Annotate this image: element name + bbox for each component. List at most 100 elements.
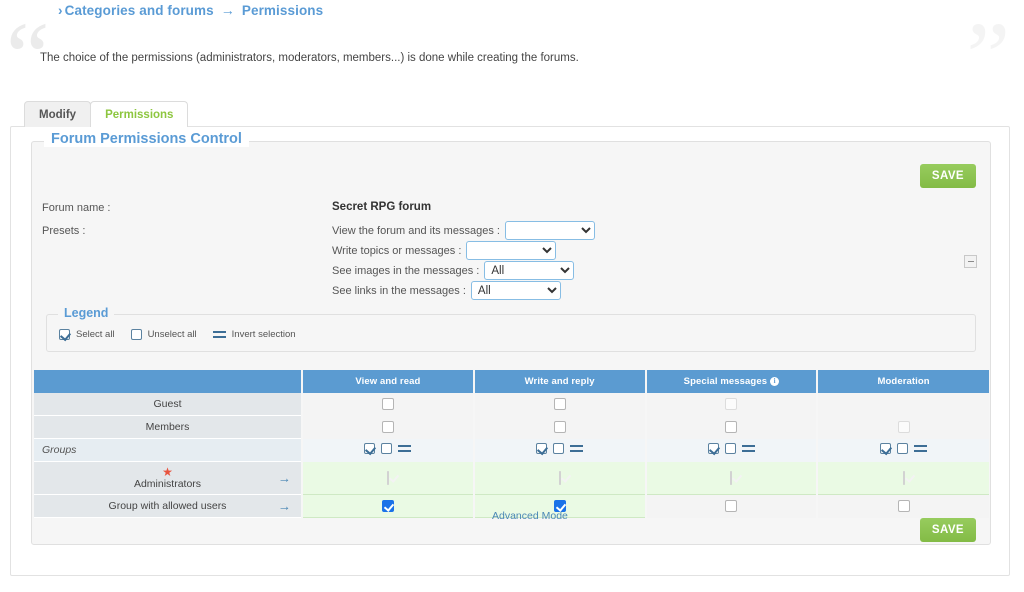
cell-guest-moderation [817, 393, 989, 416]
column-header-special-messages-text: Special messages [683, 376, 768, 387]
quote-close-icon: ” [966, 3, 1011, 111]
column-header-moderation: Moderation [817, 370, 989, 393]
breadcrumb-chevron-icon: › [58, 3, 63, 18]
column-header-write-and-reply: Write and reply [473, 370, 647, 393]
invert-selection-icon-moderation[interactable] [914, 443, 928, 454]
table-row-administrators: ★ Administrators → [34, 461, 989, 495]
invert-selection-icon-write[interactable] [570, 443, 584, 454]
checkbox-members-write[interactable] [553, 421, 566, 434]
select-all-icon-moderation[interactable] [880, 443, 892, 454]
advanced-mode-link[interactable]: Advanced Mode [492, 510, 568, 522]
tools-moderation [880, 443, 928, 454]
preset-select-write[interactable] [466, 241, 557, 260]
cell-members-moderation [817, 415, 989, 439]
table-row-groups-tools: Groups [34, 438, 989, 462]
checkbox-guest-special [725, 398, 738, 411]
column-header-view-and-read: View and read [302, 370, 475, 393]
tools-write [536, 443, 584, 454]
table-row-guest: Guest [34, 393, 989, 416]
permissions-table: View and read Write and reply Special me… [34, 370, 989, 518]
breadcrumb-current: Permissions [241, 3, 324, 18]
table-row-members: Members [34, 415, 989, 439]
cell-administrators-write [473, 461, 647, 495]
row-label-members: Members [34, 415, 303, 439]
checkbox-guest-view[interactable] [381, 398, 394, 411]
legend-box: Legend Select all Unselect all Invert se… [46, 306, 976, 352]
unselect-all-icon-moderation[interactable] [897, 443, 909, 454]
cell-allowed-moderation [817, 494, 989, 518]
invert-selection-icon-special[interactable] [741, 443, 755, 454]
checkbox-administrators-special [730, 470, 733, 485]
preset-row-write: Write topics or messages : [332, 241, 557, 260]
presets-label: Presets : [42, 225, 86, 237]
checkbox-guest-write[interactable] [553, 398, 566, 411]
tools-view [364, 443, 412, 454]
tab-bar: Modify Permissions [24, 101, 189, 127]
unselect-all-icon-view[interactable] [381, 443, 393, 454]
checkbox-allowed-moderation[interactable] [897, 500, 910, 513]
checkbox-administrators-view [386, 470, 389, 485]
checkbox-members-moderation [897, 421, 910, 434]
info-quote-text: The choice of the permissions (administr… [40, 52, 579, 64]
select-all-icon-write[interactable] [536, 443, 548, 454]
select-all-icon-view[interactable] [364, 443, 376, 454]
table-header-row: View and read Write and reply Special me… [34, 370, 989, 393]
tools-special [707, 443, 755, 454]
unselect-all-icon-write[interactable] [553, 443, 565, 454]
checkbox-members-view[interactable] [381, 421, 394, 434]
permissions-panel: Forum Permissions Control SAVE Forum nam… [10, 126, 1010, 576]
checkbox-empty-icon [130, 329, 142, 340]
checkbox-members-special[interactable] [725, 421, 738, 434]
info-icon[interactable]: i [770, 377, 780, 386]
cell-members-write [473, 415, 647, 439]
invert-selection-icon [212, 329, 226, 340]
cell-members-view [302, 415, 475, 439]
legend-label-invert-selection: Invert selection [231, 329, 296, 340]
invert-selection-icon-view[interactable] [398, 443, 412, 454]
forum-permissions-fieldset: Forum Permissions Control SAVE Forum nam… [31, 131, 991, 545]
select-all-icon-special[interactable] [707, 443, 719, 454]
checkbox-allowed-view[interactable] [381, 500, 394, 513]
row-label-administrators-text: Administrators [133, 477, 202, 490]
row-label-groups: Groups [34, 438, 303, 462]
checkbox-administrators-moderation [902, 470, 905, 485]
cell-allowed-view [302, 494, 475, 518]
cell-allowed-special [645, 494, 819, 518]
table-body: Guest Members Groups ★ Administrators → … [34, 393, 989, 518]
arrow-right-icon-group-allowed-users[interactable]: → [278, 500, 291, 513]
row-label-group-allowed-users-text: Group with allowed users [108, 500, 227, 512]
checkbox-allowed-special[interactable] [725, 500, 738, 513]
cell-groups-tools-write [473, 438, 647, 462]
column-header-special-messages: Special messages i [645, 370, 819, 393]
save-button-bottom[interactable]: SAVE [919, 518, 976, 542]
cell-members-special [645, 415, 819, 439]
arrow-right-icon-administrators[interactable]: → [278, 472, 291, 485]
preset-row-view: View the forum and its messages : [332, 221, 595, 240]
breadcrumb: › Categories and forums → Permissions [58, 2, 323, 18]
preset-select-links[interactable]: All [470, 281, 561, 300]
cell-groups-tools-view [302, 438, 475, 462]
tab-modify[interactable]: Modify [24, 101, 92, 127]
table-head: View and read Write and reply Special me… [34, 370, 989, 393]
legend-title: Legend [58, 306, 115, 320]
column-header-group [34, 370, 303, 393]
legend-label-unselect-all: Unselect all [147, 329, 197, 340]
cell-guest-view [302, 393, 475, 416]
forum-name-value: Secret RPG forum [332, 201, 432, 213]
preset-label-write: Write topics or messages : [332, 244, 462, 257]
preset-row-images: See images in the messages : All [332, 261, 575, 280]
preset-row-links: See links in the messages : All [332, 281, 561, 300]
checkbox-administrators-write [558, 470, 561, 485]
preset-select-view[interactable] [504, 221, 595, 240]
minimize-box-icon[interactable] [964, 255, 977, 268]
preset-label-links: See links in the messages : [332, 284, 466, 297]
unselect-all-icon-special[interactable] [724, 443, 736, 454]
breadcrumb-link-categories[interactable]: Categories and forums [65, 3, 214, 18]
preset-label-images: See images in the messages : [332, 264, 480, 277]
star-icon: ★ [162, 464, 173, 479]
panel-title: Forum Permissions Control [44, 131, 249, 147]
save-button-top[interactable]: SAVE [919, 164, 976, 188]
tab-permissions[interactable]: Permissions [90, 101, 189, 127]
forum-name-label: Forum name : [42, 202, 111, 214]
preset-select-images[interactable]: All [484, 261, 575, 280]
